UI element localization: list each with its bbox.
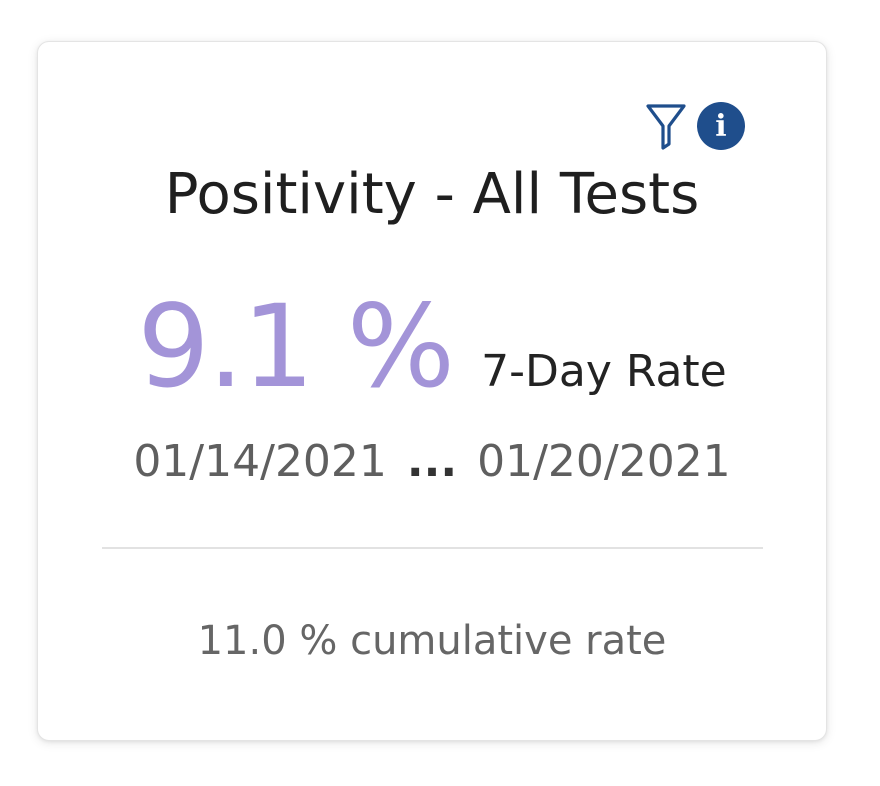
date-range: 01/14/2021 ... 01/20/2021 (37, 436, 827, 487)
card-toolbar: i (645, 102, 745, 150)
date-end: 01/20/2021 (477, 436, 731, 487)
filter-icon[interactable] (645, 102, 687, 150)
info-icon[interactable]: i (697, 102, 745, 150)
card-title: Positivity - All Tests (164, 162, 700, 227)
metric-label: 7-Day Rate (481, 346, 727, 397)
metric-row: 9.1 % 7-Day Rate (37, 290, 827, 404)
cumulative-rate: 11.0 % cumulative rate (197, 618, 667, 664)
date-separator: ... (406, 436, 458, 487)
metric-value: 9.1 % (137, 280, 455, 413)
date-start: 01/14/2021 (133, 436, 387, 487)
divider (102, 547, 763, 549)
